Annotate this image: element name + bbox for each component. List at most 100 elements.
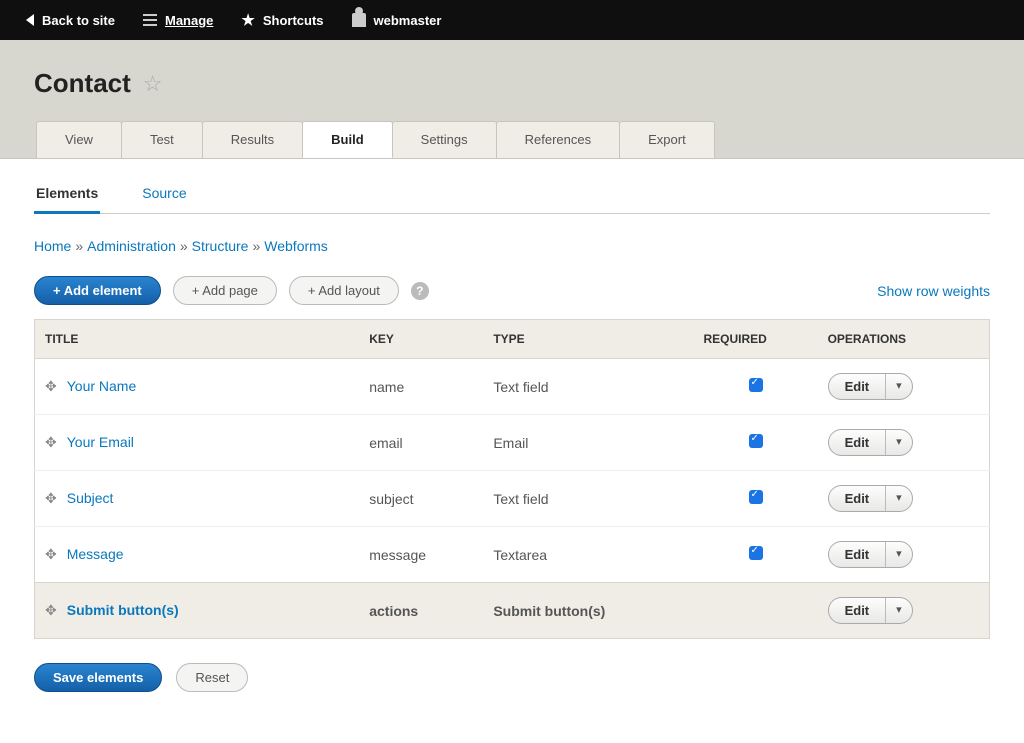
element-type: Text field	[483, 359, 693, 415]
dropdown-arrow-icon[interactable]: ▾	[886, 542, 912, 567]
operations-dropbutton: Edit▾	[828, 597, 913, 624]
table-row: ✥ Message messageTextarea Edit▾	[35, 527, 990, 583]
save-button[interactable]: Save elements	[34, 663, 162, 692]
shortcuts-link[interactable]: ★ Shortcuts	[227, 0, 337, 40]
element-required	[693, 359, 817, 415]
element-operations: Edit▾	[818, 359, 990, 415]
element-operations: Edit▾	[818, 471, 990, 527]
edit-button[interactable]: Edit	[829, 598, 887, 623]
tab-view[interactable]: View	[36, 121, 122, 158]
primary-tabs: ViewTestResultsBuildSettingsReferencesEx…	[36, 121, 990, 158]
element-operations: Edit▾	[818, 527, 990, 583]
menu-icon	[143, 14, 157, 26]
reset-button[interactable]: Reset	[176, 663, 248, 692]
add-element-button[interactable]: + Add element	[34, 276, 161, 305]
th-title: TITLE	[35, 320, 360, 359]
edit-button[interactable]: Edit	[829, 542, 887, 567]
tab-results[interactable]: Results	[202, 121, 303, 158]
element-type: Email	[483, 415, 693, 471]
favorite-toggle-icon[interactable]: ☆	[143, 71, 163, 97]
content: ElementsSource Home»Administration»Struc…	[0, 158, 1024, 732]
element-type: Textarea	[483, 527, 693, 583]
tab-test[interactable]: Test	[121, 121, 203, 158]
dropdown-arrow-icon[interactable]: ▾	[886, 430, 912, 455]
add-layout-button[interactable]: + Add layout	[289, 276, 399, 305]
edit-button[interactable]: Edit	[829, 374, 887, 399]
drag-handle-icon[interactable]: ✥	[45, 602, 57, 619]
element-title-link[interactable]: Submit button(s)	[67, 602, 179, 618]
tab-export[interactable]: Export	[619, 121, 715, 158]
header: Contact ☆ ViewTestResultsBuildSettingsRe…	[0, 40, 1024, 158]
required-checkbox[interactable]	[749, 434, 763, 448]
back-to-site-label: Back to site	[42, 13, 115, 28]
element-required	[693, 583, 817, 639]
table-row: ✥ Your Name nameText field Edit▾	[35, 359, 990, 415]
element-type: Text field	[483, 471, 693, 527]
element-title-link[interactable]: Subject	[67, 490, 114, 506]
breadcrumb-link[interactable]: Home	[34, 238, 71, 254]
user-menu[interactable]: webmaster	[338, 0, 456, 40]
tab-build[interactable]: Build	[302, 121, 393, 158]
th-type: TYPE	[483, 320, 693, 359]
element-title-link[interactable]: Your Email	[67, 434, 134, 450]
user-icon	[352, 13, 366, 27]
element-operations: Edit▾	[818, 583, 990, 639]
breadcrumb-link[interactable]: Structure	[192, 238, 249, 254]
drag-handle-icon[interactable]: ✥	[45, 434, 57, 451]
table-row: ✥Your EmailemailEmailEdit▾	[35, 415, 990, 471]
drag-handle-icon[interactable]: ✥	[45, 546, 57, 563]
breadcrumb: Home»Administration»Structure»Webforms	[34, 238, 990, 254]
tab-references[interactable]: References	[496, 121, 620, 158]
subtab-elements[interactable]: Elements	[34, 175, 100, 214]
edit-button[interactable]: Edit	[829, 430, 887, 455]
element-required	[693, 471, 817, 527]
back-arrow-icon	[26, 14, 34, 26]
actions-row: + Add element + Add page + Add layout ? …	[34, 276, 990, 305]
element-key: subject	[359, 471, 483, 527]
add-page-button[interactable]: + Add page	[173, 276, 277, 305]
element-title-link[interactable]: Message	[67, 546, 124, 562]
operations-dropbutton: Edit▾	[828, 485, 913, 512]
element-key: name	[359, 359, 483, 415]
operations-dropbutton: Edit▾	[828, 373, 913, 400]
operations-dropbutton: Edit▾	[828, 541, 913, 568]
th-required: REQUIRED	[693, 320, 817, 359]
username-label: webmaster	[374, 13, 442, 28]
th-operations: OPERATIONS	[818, 320, 990, 359]
drag-handle-icon[interactable]: ✥	[45, 378, 57, 395]
required-checkbox[interactable]	[749, 490, 763, 504]
required-checkbox[interactable]	[749, 378, 763, 392]
breadcrumb-separator: »	[75, 238, 83, 254]
back-to-site-link[interactable]: Back to site	[12, 0, 129, 40]
edit-button[interactable]: Edit	[829, 486, 887, 511]
page-title-row: Contact ☆	[34, 68, 990, 99]
required-checkbox[interactable]	[749, 546, 763, 560]
element-required	[693, 527, 817, 583]
element-key: message	[359, 527, 483, 583]
breadcrumb-link[interactable]: Administration	[87, 238, 176, 254]
secondary-tabs: Elements Source	[34, 175, 990, 214]
element-title-link[interactable]: Your Name	[67, 378, 137, 394]
drag-handle-icon[interactable]: ✥	[45, 490, 57, 507]
shortcuts-label: Shortcuts	[263, 13, 324, 28]
breadcrumb-separator: »	[180, 238, 188, 254]
operations-dropbutton: Edit▾	[828, 429, 913, 456]
dropdown-arrow-icon[interactable]: ▾	[886, 598, 912, 623]
table-row: ✥Submit button(s)actionsSubmit button(s)…	[35, 583, 990, 639]
show-row-weights-link[interactable]: Show row weights	[877, 283, 990, 299]
breadcrumb-link[interactable]: Webforms	[264, 238, 328, 254]
tab-settings[interactable]: Settings	[392, 121, 497, 158]
table-row: ✥ Subject subjectText field Edit▾	[35, 471, 990, 527]
star-icon: ★	[241, 11, 254, 29]
dropdown-arrow-icon[interactable]: ▾	[886, 374, 912, 399]
manage-label: Manage	[165, 13, 213, 28]
subtab-source[interactable]: Source	[140, 175, 188, 214]
manage-toggle[interactable]: Manage	[129, 0, 227, 40]
bottom-actions: Save elements Reset	[34, 663, 990, 692]
th-key: KEY	[359, 320, 483, 359]
breadcrumb-separator: »	[252, 238, 260, 254]
dropdown-arrow-icon[interactable]: ▾	[886, 486, 912, 511]
element-type: Submit button(s)	[483, 583, 693, 639]
admin-toolbar: Back to site Manage ★ Shortcuts webmaste…	[0, 0, 1024, 40]
help-icon[interactable]: ?	[411, 282, 429, 300]
